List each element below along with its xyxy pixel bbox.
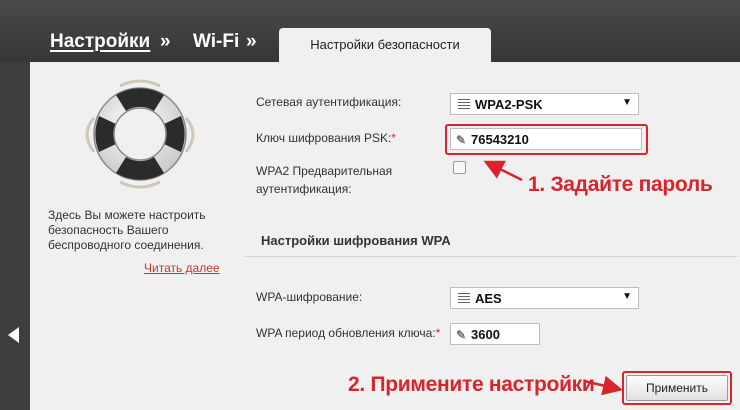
annotation-arrows [483, 160, 623, 396]
arrow-to-psk [483, 160, 523, 182]
arrow-to-apply [583, 375, 623, 396]
